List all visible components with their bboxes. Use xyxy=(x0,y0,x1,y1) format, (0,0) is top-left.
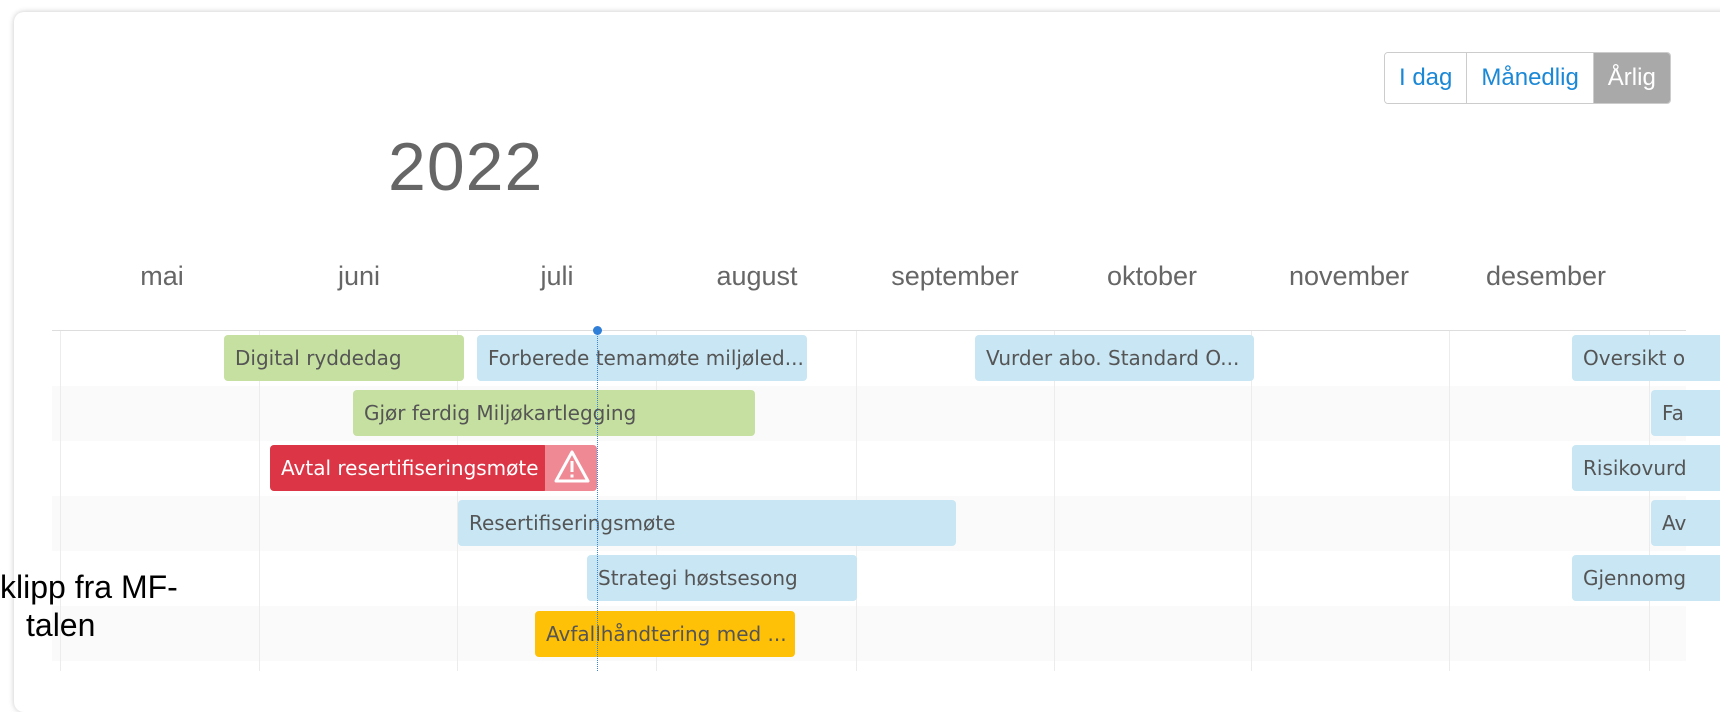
month-gridline xyxy=(1449,331,1450,671)
event-warning-indicator[interactable] xyxy=(545,445,597,491)
month-header-oktober: oktober xyxy=(1106,261,1198,291)
event-avfallhandtering[interactable]: Avfallhåndtering med ... xyxy=(535,611,795,657)
event-av[interactable]: Av xyxy=(1651,500,1720,546)
slide-caption: klipp fra MF- talen xyxy=(0,568,178,644)
event-gjor-ferdig-miljokartlegging[interactable]: Gjør ferdig Miljøkartlegging xyxy=(353,390,755,436)
yearly-view-button[interactable]: Årlig xyxy=(1593,53,1670,103)
timeline-row xyxy=(52,386,1686,441)
event-fa[interactable]: Fa xyxy=(1651,390,1720,436)
month-gridline xyxy=(1251,331,1252,671)
caption-line-2: talen xyxy=(26,607,96,643)
month-header-august: august xyxy=(716,261,798,291)
month-header-mai: mai xyxy=(140,261,184,291)
event-gjennomgang[interactable]: Gjennomg xyxy=(1572,555,1720,601)
month-header-november: november xyxy=(1288,261,1410,291)
event-forberede-temamote[interactable]: Forberede temamøte miljøled... xyxy=(477,335,807,381)
view-switch: I dag Månedlig Årlig xyxy=(1384,52,1671,104)
month-gridline xyxy=(259,331,260,671)
month-gridline xyxy=(1649,331,1650,671)
monthly-view-button[interactable]: Månedlig xyxy=(1467,53,1594,103)
month-header-september: september xyxy=(891,261,1019,291)
today-button[interactable]: I dag xyxy=(1385,53,1468,103)
month-header-desember: desember xyxy=(1485,261,1607,291)
event-resertifiseringsmote[interactable]: Resertifiseringsmøte xyxy=(458,500,956,546)
event-digital-ryddedag[interactable]: Digital ryddedag xyxy=(224,335,464,381)
month-gridline xyxy=(1054,331,1055,671)
event-oversikt[interactable]: Oversikt o xyxy=(1572,335,1720,381)
event-strategi-hostsesong[interactable]: Strategi høstsesong xyxy=(587,555,857,601)
timeline-row xyxy=(52,551,1686,606)
caption-line-1: klipp fra MF- xyxy=(0,569,178,605)
today-marker-dot xyxy=(593,326,602,335)
warning-triangle-icon xyxy=(553,449,591,489)
event-risikovurdering[interactable]: Risikovurd xyxy=(1572,445,1720,491)
year-title: 2022 xyxy=(388,129,544,205)
timeline-row xyxy=(52,606,1686,661)
event-avtal-resertifiseringsmote[interactable]: Avtal resertifiseringsmøte xyxy=(270,445,548,491)
event-vurder-abo-standard[interactable]: Vurder abo. Standard O... xyxy=(975,335,1254,381)
month-header-juni: juni xyxy=(337,261,381,291)
today-marker-line xyxy=(597,331,598,671)
month-header-juli: juli xyxy=(540,261,574,291)
